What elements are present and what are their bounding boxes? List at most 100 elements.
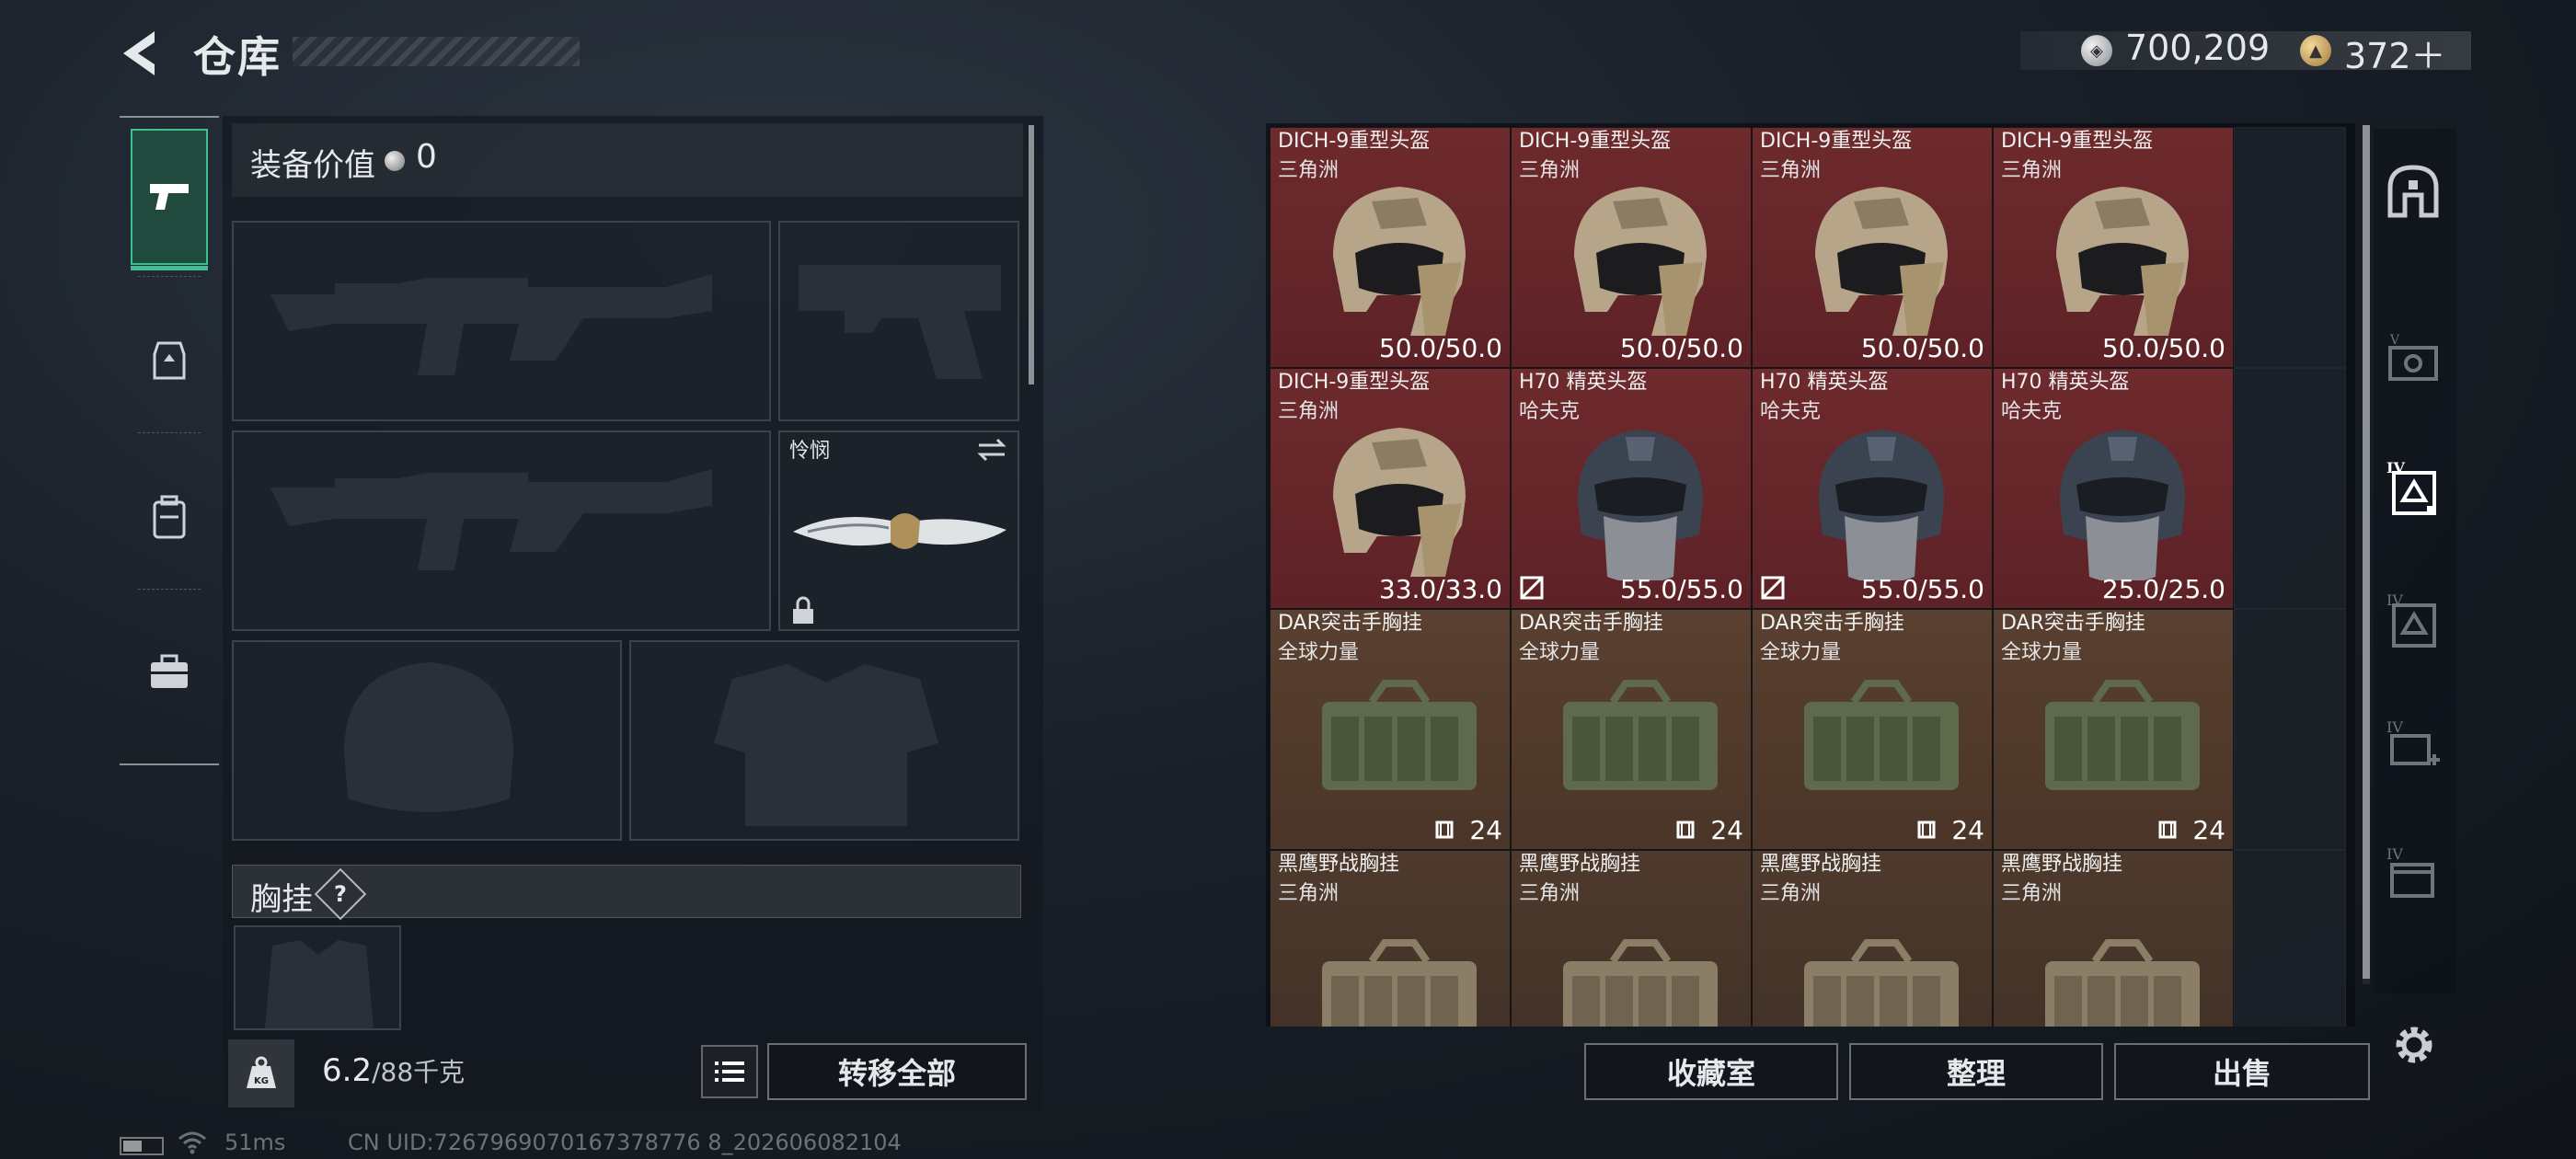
item-capacity: 24 [1710, 815, 1743, 845]
item-brand: 三角洲 [1278, 882, 1340, 905]
item-name: H70 精英头盔 [1760, 371, 1889, 394]
empty-inventory-slot[interactable] [2234, 850, 2346, 1027]
uid-text: CN UID:7267969070167378776 8_20260608210… [348, 1130, 902, 1155]
pistol-slot[interactable] [778, 221, 1019, 421]
inventory-item[interactable]: DAR突击手胸挂 全球力量 24 [1993, 609, 2234, 850]
inventory-item[interactable]: H70 精英头盔 哈夫克 25.0/25.0 [1993, 368, 2234, 609]
dark-helmet-icon [2059, 430, 2186, 580]
capacity-icon [2158, 820, 2177, 839]
item-name: 黑鹰野战胸挂 [2001, 853, 2123, 876]
backpack-icon [153, 495, 186, 539]
inventory-item[interactable]: H70 精英头盔 哈夫克 55.0/55.0 [1511, 368, 1752, 609]
nav-tab-backpack[interactable] [131, 449, 208, 585]
chest-rig-label: 胸挂 [250, 881, 313, 918]
empty-inventory-slot[interactable] [2234, 368, 2346, 609]
equipment-value-label: 装备价值 [250, 147, 375, 184]
inventory-scrollbar[interactable] [2363, 125, 2370, 979]
tan-helmet-icon [1574, 187, 1707, 336]
weapon-case-filter-icon[interactable]: V [2379, 327, 2447, 396]
gold-amount[interactable]: 372＋ [2344, 28, 2446, 78]
item-brand: 三角洲 [1278, 400, 1340, 423]
nav-tab-weapons[interactable] [131, 129, 208, 270]
gold-coin-icon: ▲ [2300, 35, 2331, 66]
tan-chest-rig-icon [1563, 939, 1718, 1027]
tan-chest-rig-icon [2045, 939, 2200, 1027]
inventory-item[interactable]: 黑鹰野战胸挂 三角洲 [1993, 850, 2234, 1027]
back-button[interactable] [118, 28, 164, 79]
inventory-grid: DICH-9重型头盔 三角洲 50.0/50.0 DICH-9重型头盔 三角洲 50.0/… [1270, 127, 2352, 1027]
back-arrow-icon [123, 31, 155, 75]
nav-divider [138, 432, 201, 433]
item-name: DAR突击手胸挂 [1760, 612, 1904, 635]
carry-weight: 6.2/88千克 [322, 1052, 465, 1089]
item-name: 黑鹰野战胸挂 [1760, 853, 1882, 876]
item-brand: 哈夫克 [2001, 400, 2063, 423]
item-brand: 三角洲 [2001, 882, 2063, 905]
nav-tab-case[interactable] [131, 603, 208, 740]
item-brand: 三角洲 [1760, 159, 1822, 182]
inventory-item[interactable]: DICH-9重型头盔 三角洲 33.0/33.0 [1270, 368, 1511, 609]
inventory-item[interactable]: DICH-9重型头盔 三角洲 50.0/50.0 [1270, 127, 1511, 368]
armor-filter-icon[interactable]: IV [2379, 454, 2447, 522]
item-name: 黑鹰野战胸挂 [1278, 853, 1400, 876]
capacity-icon [1676, 820, 1695, 839]
empty-inventory-slot[interactable] [2234, 609, 2346, 850]
inventory-item[interactable]: DAR突击手胸挂 全球力量 24 [1752, 609, 1993, 850]
rig-silhouette-icon [265, 940, 374, 1028]
item-capacity: 24 [2192, 815, 2225, 845]
inventory-item[interactable]: DAR突击手胸挂 全球力量 24 [1270, 609, 1511, 850]
svg-text:IV: IV [2386, 719, 2403, 736]
item-brand: 三角洲 [2001, 159, 2063, 182]
inventory-item[interactable]: DAR突击手胸挂 全球力量 24 [1511, 609, 1752, 850]
settings-gear-icon[interactable] [2386, 1017, 2442, 1073]
helmet-slot[interactable] [232, 640, 622, 841]
page-title: 仓库 [193, 32, 282, 82]
list-view-button[interactable] [701, 1045, 758, 1098]
svg-text:IV: IV [2386, 592, 2403, 609]
chest-rig-slot[interactable] [234, 925, 401, 1030]
item-name: DICH-9重型头盔 [1519, 130, 1672, 153]
item-capacity: 24 [1469, 815, 1502, 845]
item-brand: 三角洲 [1760, 882, 1822, 905]
primary-weapon-slot-1[interactable] [232, 221, 771, 421]
item-brand: 全球力量 [1278, 641, 1360, 664]
sort-button[interactable]: 整理 [1849, 1043, 2103, 1100]
storage-home-icon[interactable] [2379, 156, 2447, 224]
list-icon [715, 1061, 744, 1082]
dark-helmet-icon [1818, 430, 1945, 580]
swap-icon[interactable] [975, 436, 1008, 464]
item-durability: 50.0/50.0 [1378, 333, 1502, 363]
item-durability: 50.0/50.0 [2101, 333, 2225, 363]
repair-tag-icon [1520, 576, 1544, 600]
inventory-item[interactable]: 黑鹰野战胸挂 三角洲 [1270, 850, 1511, 1027]
item-name: DAR突击手胸挂 [2001, 612, 2145, 635]
item-brand: 哈夫克 [1760, 400, 1822, 423]
body-armor-slot[interactable] [629, 640, 1019, 841]
empty-inventory-slot[interactable] [2234, 127, 2346, 368]
item-capacity: 24 [1951, 815, 1984, 845]
nav-tab-armor[interactable] [131, 293, 208, 429]
sell-button[interactable]: 出售 [2114, 1043, 2370, 1100]
inventory-item[interactable]: H70 精英头盔 哈夫克 55.0/55.0 [1752, 368, 1993, 609]
tan-helmet-icon [1333, 428, 1466, 577]
green-chest-rig-icon [1563, 680, 1718, 790]
inventory-item[interactable]: DICH-9重型头盔 三角洲 50.0/50.0 [1993, 127, 2234, 368]
transfer-all-button[interactable]: 转移全部 [767, 1043, 1027, 1100]
medical-filter-icon[interactable]: IV [2379, 714, 2447, 782]
container-filter-icon[interactable]: IV [2379, 841, 2447, 909]
weight-max: /88千克 [372, 1057, 466, 1087]
silver-amount: 700,209 [2125, 28, 2271, 68]
item-name: DAR突击手胸挂 [1519, 612, 1663, 635]
tan-helmet-icon [2056, 187, 2189, 336]
inventory-item[interactable]: 黑鹰野战胸挂 三角洲 [1511, 850, 1752, 1027]
rig-filter-icon[interactable]: IV [2379, 587, 2447, 655]
primary-weapon-slot-2[interactable] [232, 430, 771, 631]
inventory-item[interactable]: 黑鹰野战胸挂 三角洲 [1752, 850, 1993, 1027]
svg-text:IV: IV [2386, 846, 2403, 863]
inventory-item[interactable]: DICH-9重型头盔 三角洲 50.0/50.0 [1511, 127, 1752, 368]
equipment-scrollbar[interactable] [1029, 125, 1034, 384]
armor-icon [153, 341, 186, 380]
armor-silhouette-icon [714, 664, 938, 826]
collection-room-button[interactable]: 收藏室 [1584, 1043, 1838, 1100]
inventory-item[interactable]: DICH-9重型头盔 三角洲 50.0/50.0 [1752, 127, 1993, 368]
